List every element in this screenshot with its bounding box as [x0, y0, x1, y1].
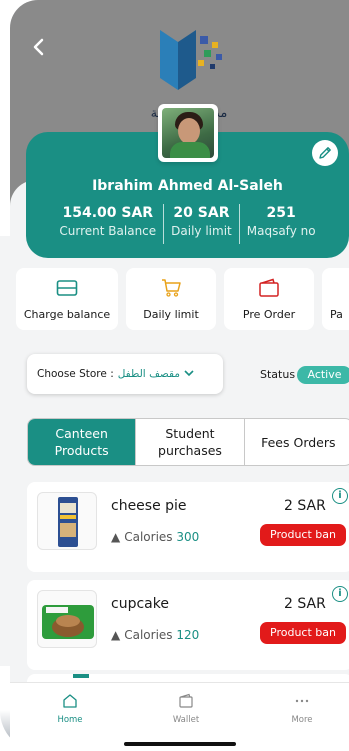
app-screen: مدارس الاهلية Ibrahim Ahmed Al-Saleh 154… [10, 0, 349, 751]
nav-more[interactable]: More [272, 693, 332, 725]
product-price: 2 SAR [284, 596, 326, 612]
school-logo [150, 28, 228, 92]
fire-icon: ▲ [111, 530, 121, 544]
info-icon[interactable]: i [332, 586, 348, 602]
wallet-icon [179, 693, 193, 708]
charge-balance-button[interactable]: Charge balance [16, 268, 118, 330]
product-image [37, 492, 97, 550]
more-icon [330, 278, 349, 298]
product-calories: ▲ Calories 120 [111, 628, 200, 642]
cart-icon [162, 279, 181, 297]
tab-student-purchases[interactable]: Student purchases [135, 419, 243, 465]
product-ban-button[interactable]: Product ban [260, 622, 346, 644]
tab-fees-orders[interactable]: Fees Orders [243, 419, 349, 465]
quick-actions: Charge balance Daily limit Pre Order Pa [16, 268, 349, 330]
product-ban-button[interactable]: Product ban [260, 524, 346, 546]
product-card[interactable]: cupcake ▲ Calories 120 2 SAR i Product ba… [27, 580, 349, 670]
product-calories: ▲ Calories 300 [111, 530, 200, 544]
student-name: Ibrahim Ahmed Al-Saleh [92, 178, 283, 194]
store-selector[interactable]: Choose Store : مقصف الطفل [27, 354, 223, 394]
more-actions-button[interactable]: Pa [322, 268, 349, 330]
school-logo-icon [160, 30, 222, 90]
product-name: cheese pie [111, 498, 187, 514]
back-button[interactable] [28, 36, 52, 60]
card-icon [56, 280, 78, 296]
avatar-photo [162, 108, 214, 158]
student-stats: 154.00 SAR Current Balance 20 SAR Daily … [26, 204, 349, 244]
stat-current-balance: 154.00 SAR Current Balance [59, 205, 157, 238]
tab-canteen-products[interactable]: Canteen Products [28, 419, 136, 465]
pencil-icon [319, 147, 331, 159]
home-indicator [124, 742, 236, 746]
stat-maqsafy-no: 251 Maqsafy no [238, 204, 323, 244]
wallet-icon [259, 278, 279, 297]
fire-icon: ▲ [111, 628, 121, 642]
product-image [37, 590, 97, 648]
info-icon[interactable]: i [332, 488, 348, 504]
nav-wallet[interactable]: Wallet [156, 693, 216, 725]
product-tabs: Canteen Products Student purchases Fees … [27, 418, 349, 466]
pre-order-button[interactable]: Pre Order [224, 268, 314, 330]
edit-profile-button[interactable] [312, 140, 338, 166]
more-dots-icon [295, 699, 309, 703]
stat-daily-limit: 20 SAR Daily limit [163, 204, 239, 244]
status-badge: Active [297, 366, 349, 384]
daily-limit-button[interactable]: Daily limit [126, 268, 216, 330]
bottom-navigation: Home Wallet More [10, 682, 349, 751]
product-price: 2 SAR [284, 498, 326, 514]
nav-home[interactable]: Home [40, 693, 100, 725]
chevron-left-icon [33, 38, 44, 56]
status-label: Status [260, 368, 296, 381]
store-selected-value: مقصف الطفل [117, 368, 180, 380]
product-card[interactable]: cheese pie ▲ Calories 300 2 SAR i Product… [27, 482, 349, 572]
product-name: cupcake [111, 596, 169, 612]
chevron-down-icon [184, 369, 194, 380]
home-icon [63, 694, 77, 708]
student-avatar [158, 104, 218, 162]
